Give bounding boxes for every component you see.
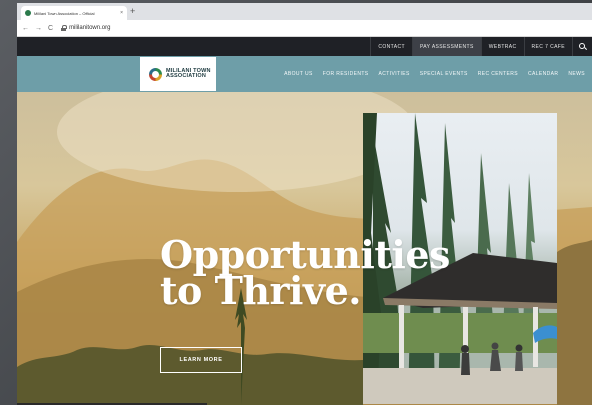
search-icon <box>578 42 585 49</box>
logo-line-2: ASSOCIATION <box>166 73 206 79</box>
back-button[interactable]: ← <box>22 25 29 32</box>
utility-link-contact[interactable]: CONTACT <box>370 37 412 56</box>
main-nav: MILILANI TOWN ASSOCIATION ABOUT US FOR R… <box>17 56 592 92</box>
nav-item-special-events[interactable]: SPECIAL EVENTS <box>415 71 473 77</box>
url-field[interactable]: mililanitown.org <box>61 25 110 31</box>
browser-window: Mililani Town Association – Official × +… <box>17 3 592 405</box>
learn-more-button[interactable]: LEARN MORE <box>160 347 242 373</box>
lock-icon <box>61 25 68 31</box>
browser-tab[interactable]: Mililani Town Association – Official × <box>21 6 127 20</box>
nav-item-calendar[interactable]: CALENDAR <box>523 71 563 77</box>
nav-item-rec-centers[interactable]: REC CENTERS <box>473 71 523 77</box>
new-tab-button[interactable]: + <box>130 7 135 16</box>
nav-item-for-residents[interactable]: FOR RESIDENTS <box>318 71 374 77</box>
forward-button[interactable]: → <box>35 25 42 32</box>
nav-item-about-us[interactable]: ABOUT US <box>279 71 318 77</box>
hero-headline: Opportunities to Thrive. <box>160 236 450 313</box>
address-bar: ← → C mililanitown.org <box>17 20 592 37</box>
utility-link-pay-assessments[interactable]: PAY ASSESSMENTS <box>411 37 481 56</box>
utility-link-webtrac[interactable]: WEBTRAC <box>480 37 524 56</box>
reload-button[interactable]: C <box>48 25 53 32</box>
nav-item-activities[interactable]: ACTIVITIES <box>374 71 415 77</box>
favicon-icon <box>25 10 31 16</box>
search-button[interactable] <box>572 37 592 56</box>
main-nav-items: ABOUT US FOR RESIDENTS ACTIVITIES SPECIA… <box>279 56 590 92</box>
hero-headline-line-2: to Thrive. <box>160 268 361 313</box>
browser-tabstrip: Mililani Town Association – Official × + <box>17 3 592 20</box>
utility-bar: CONTACT PAY ASSESSMENTS WEBTRAC REC 7 CA… <box>17 37 592 56</box>
logo-text: MILILANI TOWN ASSOCIATION <box>166 68 211 80</box>
logo-mark-icon <box>149 67 162 81</box>
site-logo[interactable]: MILILANI TOWN ASSOCIATION <box>140 57 216 91</box>
tab-close-icon[interactable]: × <box>120 10 123 16</box>
nav-item-news[interactable]: NEWS <box>563 71 590 77</box>
hero-section: Opportunities to Thrive. LEARN MORE <box>17 92 592 405</box>
url-text[interactable]: mililanitown.org <box>69 25 110 31</box>
tab-title: Mililani Town Association – Official <box>34 10 95 16</box>
utility-link-rec7-cafe[interactable]: REC 7 CAFE <box>523 37 572 56</box>
